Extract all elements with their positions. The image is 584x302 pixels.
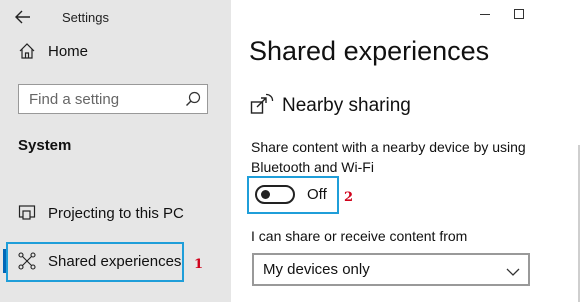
scrollbar[interactable] [578,145,580,302]
sidebar: Settings Home Find a setting System Proj… [0,0,231,302]
highlight-box-1 [6,242,184,282]
highlight-box-2: Off [247,176,339,214]
nearby-sharing-description: Share content with a nearby device by us… [251,139,526,175]
annotation-marker-1: 1 [194,257,204,272]
page-title: Shared experiences [249,36,490,66]
share-from-selected-value: My devices only [263,261,370,278]
search-input[interactable]: Find a setting [18,84,208,114]
search-placeholder: Find a setting [29,91,120,108]
maximize-button[interactable] [514,9,524,19]
annotation-marker-2: 2 [344,190,354,205]
search-icon[interactable] [185,91,201,107]
share-from-label: I can share or receive content from [251,228,468,244]
back-arrow-icon [15,10,30,24]
main-panel: Shared experiences Nearby sharing Share … [231,0,584,302]
sidebar-item-projecting[interactable]: Projecting to this PC [0,196,231,230]
sidebar-item-label: Home [48,42,89,60]
nearby-sharing-icon [250,93,274,115]
nearby-sharing-heading: Nearby sharing [282,95,411,116]
home-icon [18,42,36,60]
sidebar-item-label: Projecting to this PC [48,204,184,222]
projecting-icon [18,204,36,222]
section-title: System [18,137,72,154]
window-title: Settings [62,10,109,25]
nearby-sharing-toggle[interactable] [255,185,295,204]
minimize-button[interactable] [480,14,490,15]
toggle-knob [261,190,270,199]
toggle-state-label: Off [307,186,327,203]
sidebar-item-home[interactable]: Home [0,34,231,68]
chevron-down-icon [506,264,520,276]
back-button[interactable] [10,6,36,28]
share-from-dropdown[interactable]: My devices only [252,253,530,286]
